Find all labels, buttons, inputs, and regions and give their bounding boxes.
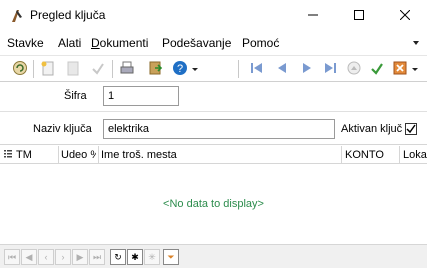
minimize-button[interactable] <box>290 0 336 32</box>
chevron-down-icon <box>412 63 418 75</box>
approve-button[interactable] <box>88 59 108 79</box>
nav-insert-icon: ✱ <box>131 251 139 262</box>
aktivan-label: Aktivan ključ <box>341 123 403 135</box>
column-separator <box>58 146 59 164</box>
column-chooser-icon[interactable] <box>4 149 12 162</box>
naziv-label: Naziv ključa <box>33 123 92 135</box>
first-icon <box>249 60 265 79</box>
refresh-button[interactable] <box>10 59 30 79</box>
edit-button[interactable] <box>63 59 83 79</box>
nav-last-button[interactable]: ⏭ <box>89 249 105 265</box>
toolbar-separator <box>33 60 34 78</box>
print-icon <box>119 60 135 79</box>
nav-last-icon: ⏭ <box>92 251 102 262</box>
nav-prev-page-button[interactable]: ◀ <box>21 249 37 265</box>
menu-dokumenti[interactable]: Dokumenti <box>91 36 148 50</box>
chevron-down-icon <box>192 63 198 75</box>
nav-next-button[interactable]: › <box>55 249 71 265</box>
cancel-dropdown[interactable] <box>410 59 420 79</box>
column-separator <box>399 146 400 164</box>
column-header-lokacija[interactable]: Loka <box>403 149 427 161</box>
nav-insert-button[interactable]: ✱ <box>127 249 143 265</box>
nav-first-icon: ⏮ <box>7 251 17 262</box>
app-logo-icon <box>9 8 25 24</box>
nav-clear-icon: ✳ <box>148 251 156 262</box>
refresh-icon <box>12 60 28 79</box>
up-icon <box>346 60 362 79</box>
cancel-button[interactable] <box>390 59 410 79</box>
approve-icon <box>90 60 106 79</box>
nav-filter-icon: ⏷ <box>167 251 175 262</box>
last-icon <box>322 60 338 79</box>
menu-alati[interactable]: Alati <box>58 36 81 50</box>
close-button[interactable] <box>382 0 427 32</box>
nav-prev-page-icon: ◀ <box>25 251 33 262</box>
maximize-icon <box>354 9 364 23</box>
nav-prev-button[interactable]: ‹ <box>38 249 54 265</box>
column-header-udeo[interactable]: Udeo % <box>61 149 96 161</box>
checkmark-icon <box>406 124 416 134</box>
print-button[interactable] <box>117 59 137 79</box>
sifra-input[interactable] <box>103 86 179 106</box>
toolbar-separator <box>112 60 113 78</box>
nav-next-page-button[interactable]: ▶ <box>72 249 88 265</box>
new-button[interactable] <box>38 59 58 79</box>
naziv-input[interactable] <box>103 119 335 139</box>
save-button[interactable] <box>367 59 387 79</box>
first-record-button[interactable] <box>247 59 267 79</box>
menu-pomoc[interactable]: Pomoć <box>242 36 279 50</box>
save-icon <box>369 60 385 79</box>
toolbar: ? <box>0 55 427 82</box>
prev-record-button[interactable] <box>272 59 292 79</box>
minimize-icon <box>308 10 318 23</box>
new-icon <box>40 60 56 79</box>
nav-refresh-button[interactable]: ↻ <box>110 249 126 265</box>
column-header-konto[interactable]: KONTO <box>345 149 384 161</box>
toolbar-separator <box>238 60 239 78</box>
nav-first-button[interactable]: ⏮ <box>4 249 20 265</box>
next-record-button[interactable] <box>297 59 317 79</box>
key-form: Šifra Naziv ključa Aktivan ključ <box>0 83 427 145</box>
sifra-label: Šifra <box>64 90 87 102</box>
empty-grid-message: <No data to display> <box>163 198 264 210</box>
help-dropdown[interactable] <box>190 59 200 79</box>
edit-icon <box>65 60 81 79</box>
help-button[interactable]: ? <box>170 59 190 79</box>
column-header-tm[interactable]: TM <box>16 149 32 161</box>
menu-podesavanje[interactable]: Podešavanje <box>162 36 231 50</box>
column-separator <box>98 146 99 164</box>
nav-prev-icon: ‹ <box>44 252 48 262</box>
window-title: Pregled ključa <box>30 8 106 22</box>
menu-bar: Stavke Alati Dokumenti Podešavanje Pomoć <box>0 33 427 53</box>
nav-clear-button[interactable]: ✳ <box>144 249 160 265</box>
prev-icon <box>274 60 290 79</box>
title-bar: Pregled ključa <box>0 0 427 32</box>
grid-header: TM Udeo % Ime troš. mesta KONTO Loka <box>0 146 427 164</box>
menu-overflow-icon[interactable] <box>413 41 419 45</box>
column-header-ime[interactable]: Ime troš. mesta <box>101 149 177 161</box>
help-icon: ? <box>172 60 188 79</box>
nav-next-page-icon: ▶ <box>76 251 84 262</box>
column-separator <box>341 146 342 164</box>
aktivan-checkbox[interactable] <box>405 123 417 135</box>
nav-refresh-icon: ↻ <box>114 251 122 262</box>
cancel-icon <box>392 60 408 79</box>
export-icon <box>147 60 163 79</box>
record-navigator: ⏮ ◀ ‹ › ▶ ⏭ ↻ ✱ ✳ ⏷ <box>0 244 427 268</box>
next-icon <box>299 60 315 79</box>
menu-dokumenti-mnemonic: D <box>91 36 100 50</box>
export-button[interactable] <box>145 59 165 79</box>
nav-filter-button[interactable]: ⏷ <box>163 249 179 265</box>
menu-stavke[interactable]: Stavke <box>7 36 44 50</box>
close-icon <box>399 9 411 23</box>
svg-text:?: ? <box>177 63 183 75</box>
form-divider <box>0 111 427 112</box>
last-record-button[interactable] <box>320 59 340 79</box>
nav-next-icon: › <box>61 252 65 262</box>
menu-dokumenti-rest: okumenti <box>99 36 149 50</box>
maximize-button[interactable] <box>336 0 382 32</box>
grid-body[interactable]: <No data to display> <box>0 165 427 243</box>
up-button[interactable] <box>344 59 364 79</box>
